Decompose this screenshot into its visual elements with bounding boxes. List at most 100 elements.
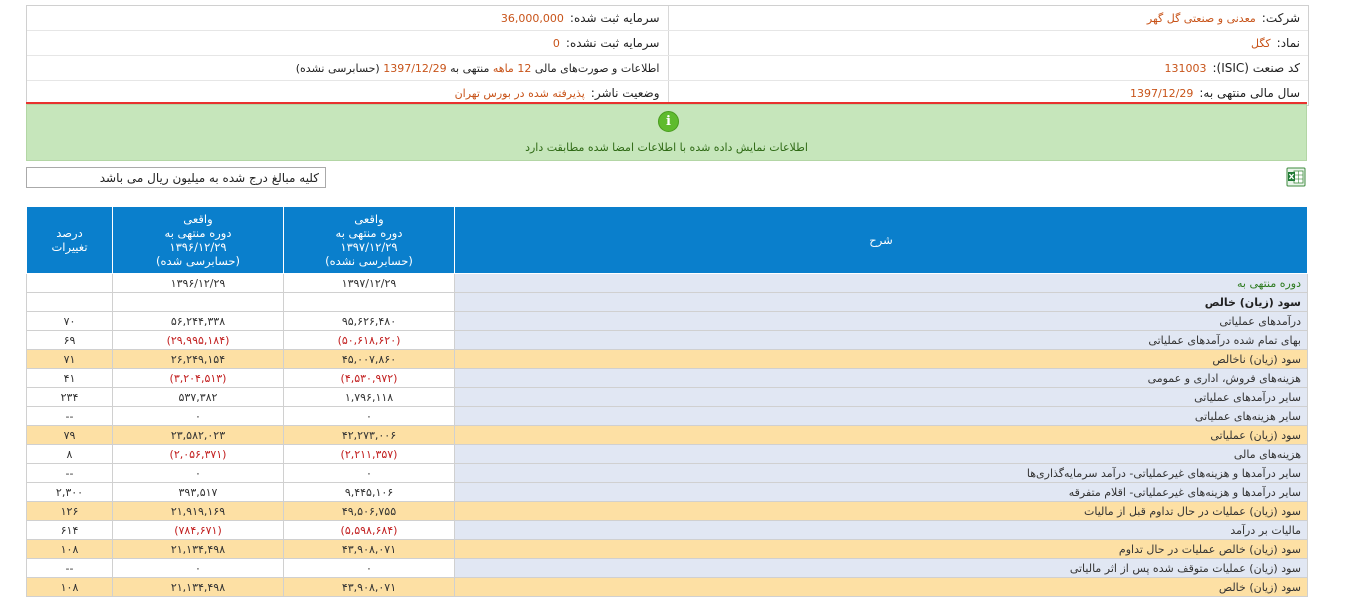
header-description: شرح [454,206,1308,274]
row-value-previous: ۰ [112,558,284,578]
header-pct-l1: درصد [56,226,83,240]
row-change-pct: ۶۱۴ [26,520,113,540]
symbol-cell: نماد: کگل [667,31,1309,55]
info-row-1: شرکت: معدنی و صنعتی گل گهر سرمایه ثبت شد… [27,6,1308,31]
table-row: مالیات بر درآمد (۵,۵۹۸,۶۸۴) (۷۸۴,۶۷۱) ۶۱… [26,520,1308,540]
row-desc: سود (زیان) عملیاتی [454,425,1308,445]
row-value-current: ۰ [283,406,455,426]
row-change-pct: -- [26,558,113,578]
table-row: سود (زیان) عملیات متوقف شده پس از اثر ما… [26,558,1308,578]
row-value-current: (۵۰,۶۱۸,۶۲۰) [283,330,455,350]
row-value-current: ۱,۷۹۶,۱۱۸ [283,387,455,407]
row-value-previous: ۲۱,۱۳۴,۴۹۸ [112,539,284,559]
row-value-current: ۹,۴۴۵,۱۰۶ [283,482,455,502]
company-info-panel: شرکت: معدنی و صنعتی گل گهر سرمایه ثبت شد… [26,5,1309,106]
row-value-current: ۰ [283,463,455,483]
table-row: سایر هزینه‌های عملیاتی ۰ ۰ -- [26,406,1308,426]
info-row-2: نماد: کگل سرمایه ثبت نشده: 0 [27,31,1308,56]
row-value-previous: ۵۶,۲۴۴,۳۳۸ [112,311,284,331]
info-row-3: کد صنعت (ISIC): 131003 اطلاعات و صورت‌ها… [27,56,1308,81]
row-desc: سود (زیان) عملیات متوقف شده پس از اثر ما… [454,558,1308,578]
table-row: سود (زیان) خالص عملیات در حال تداوم ۴۳,۹… [26,539,1308,559]
company-cell: شرکت: معدنی و صنعتی گل گهر [667,6,1309,30]
row-change-pct: ۱۲۶ [26,501,113,521]
row-desc: سایر درآمدهای عملیاتی [454,387,1308,407]
row-change-pct: -- [26,406,113,426]
row-change-pct: ۲,۳۰۰ [26,482,113,502]
row-value-previous: ۲۶,۲۴۹,۱۵۴ [112,349,284,369]
row-desc: سود (زیان) عملیات در حال تداوم قبل از ما… [454,501,1308,521]
table-row: دوره منتهی به ۱۳۹۷/۱۲/۲۹ ۱۳۹۶/۱۲/۲۹ [26,273,1308,293]
symbol-link[interactable]: کگل [1251,37,1271,50]
row-desc: درآمدهای عملیاتی [454,311,1308,331]
row-value-previous: ۲۱,۱۳۴,۴۹۸ [112,577,284,597]
row-value-current: (۴,۵۳۰,۹۷۲) [283,368,455,388]
fiscal-year-value: 1397/12/29 [1129,86,1194,100]
table-header-row: شرح واقعی دوره منتهی به ۱۳۹۷/۱۲/۲۹ (حساب… [26,206,1308,274]
row-value-previous: ۱۳۹۶/۱۲/۲۹ [112,273,284,293]
row-value-current: ۹۵,۶۲۶,۴۸۰ [283,311,455,331]
table-row: هزینه‌های مالی (۲,۲۱۱,۳۵۷) (۲,۰۵۶,۳۷۱) ۸ [26,444,1308,464]
statements-prefix: اطلاعات و صورت‌های مالی [534,61,660,75]
signature-match-notice: i اطلاعات نمایش داده شده با اطلاعات امضا… [26,104,1307,161]
header-change-percent: درصد تغییرات [26,206,113,274]
capital-label: سرمایه ثبت شده: [569,11,660,25]
row-desc: سایر درآمدها و هزینه‌های غیرعملیاتی- درآ… [454,463,1308,483]
unregistered-capital-label: سرمایه ثبت نشده: [565,36,660,50]
table-row: هزینه‌های فروش، اداری و عمومی (۴,۵۳۰,۹۷۲… [26,368,1308,388]
row-value-previous: ۳۹۳,۵۱۷ [112,482,284,502]
row-value-current: ۴۳,۹۰۸,۰۷۱ [283,577,455,597]
isic-label: کد صنعت (ISIC): [1212,61,1300,75]
symbol-label: نماد: [1276,36,1300,50]
row-change-pct: ۱۰۸ [26,577,113,597]
row-value-current: (۲,۲۱۱,۳۵۷) [283,444,455,464]
table-row: بهای تمام شده درآمدهای عملیاتی (۵۰,۶۱۸,۶… [26,330,1308,350]
statements-cell: اطلاعات و صورت‌های مالی 12 ماهه منتهی به… [27,56,668,80]
row-value-current: ۴۳,۹۰۸,۰۷۱ [283,539,455,559]
row-desc: بهای تمام شده درآمدهای عملیاتی [454,330,1308,350]
table-row: سود (زیان) عملیات در حال تداوم قبل از ما… [26,501,1308,521]
row-desc: مالیات بر درآمد [454,520,1308,540]
header-pct-l2: تغییرات [51,240,88,254]
row-desc: سایر درآمدها و هزینه‌های غیرعملیاتی- اقل… [454,482,1308,502]
row-desc: سایر هزینه‌های عملیاتی [454,406,1308,426]
statements-date: 1397/12/29 [383,61,447,75]
table-row: سایر درآمدهای عملیاتی ۱,۷۹۶,۱۱۸ ۵۳۷,۳۸۲ … [26,387,1308,407]
capital-cell: سرمایه ثبت شده: 36,000,000 [27,6,668,30]
header-previous-l1: واقعی [183,212,213,226]
row-change-pct: ۷۱ [26,349,113,369]
info-icon: i [658,111,679,132]
row-value-current: ۴۵,۰۰۷,۸۶۰ [283,349,455,369]
publisher-status-value: پذیرفته شده در بورس تهران [454,86,585,100]
statements-description: اطلاعات و صورت‌های مالی 12 ماهه منتهی به… [296,62,660,75]
header-previous-l2: دوره منتهی به [164,226,232,240]
row-desc: هزینه‌های فروش، اداری و عمومی [454,368,1308,388]
row-change-pct [26,292,113,312]
company-name-link[interactable]: معدنی و صنعتی گل گهر [1147,12,1256,25]
row-value-previous: ۰ [112,406,284,426]
header-current-l3: ۱۳۹۷/۱۲/۲۹ [340,240,398,254]
statements-mid: منتهی به [450,61,490,75]
statements-suffix: (حسابرسی نشده) [295,61,380,75]
row-change-pct: ۴۱ [26,368,113,388]
row-value-previous: ۲۱,۹۱۹,۱۶۹ [112,501,284,521]
row-desc: سود (زیان) خالص [454,292,1308,312]
row-value-current: ۴۲,۲۷۳,۰۰۶ [283,425,455,445]
capital-value: 36,000,000 [500,11,564,25]
publisher-status-label: وضعیت ناشر: [590,86,660,100]
header-current-l1: واقعی [354,212,384,226]
row-value-current [283,292,455,312]
header-current-l4: (حسابرسی نشده) [325,254,413,268]
row-value-current: ۰ [283,558,455,578]
excel-icon[interactable] [1286,166,1306,188]
row-change-pct [26,273,113,293]
notice-text: اطلاعات نمایش داده شده با اطلاعات امضا ش… [525,141,808,154]
header-previous-l3: ۱۳۹۶/۱۲/۲۹ [169,240,227,254]
row-value-current: ۴۹,۵۰۶,۷۵۵ [283,501,455,521]
row-value-current: (۵,۵۹۸,۶۸۴) [283,520,455,540]
income-statement-table: شرح واقعی دوره منتهی به ۱۳۹۷/۱۲/۲۹ (حساب… [26,206,1308,597]
table-row: سود (زیان) ناخالص ۴۵,۰۰۷,۸۶۰ ۲۶,۲۴۹,۱۵۴ … [26,349,1308,369]
row-change-pct: ۲۳۴ [26,387,113,407]
table-row: سایر درآمدها و هزینه‌های غیرعملیاتی- اقل… [26,482,1308,502]
unregistered-capital-cell: سرمایه ثبت نشده: 0 [27,31,668,55]
